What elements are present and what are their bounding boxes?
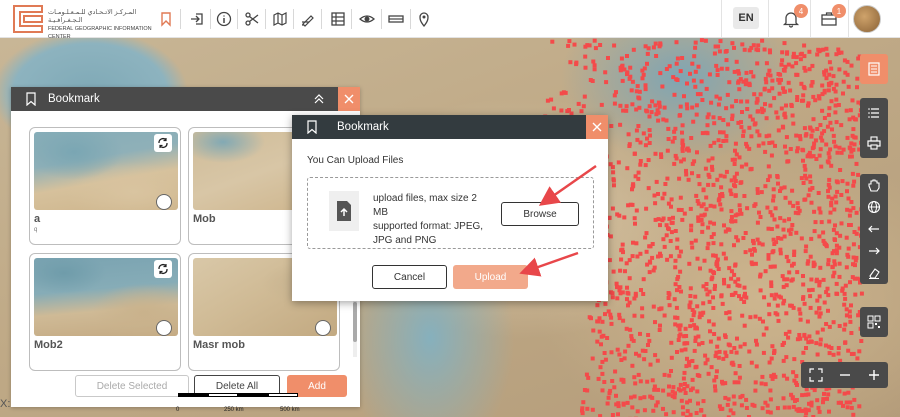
arrow-to-browse <box>538 164 597 206</box>
annotation-arrows <box>519 164 597 277</box>
arrow-to-upload <box>519 251 579 277</box>
